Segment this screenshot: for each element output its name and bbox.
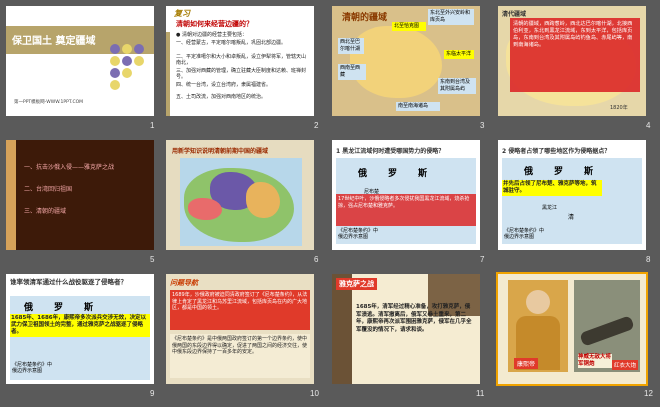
slide-title: 清朝的疆域 <box>342 13 388 23</box>
bullet-line: 四、统一台湾，设立台湾府，隶属福建省。 <box>176 82 272 88</box>
map-caption: 《尼布楚条约》中俄边界示意图 <box>12 362 53 374</box>
slide-title: 2 侵略者占领了哪些地区作为侵略据点？ <box>502 148 611 155</box>
slide-title: 用新学知识说明清朝前期中国的疆域 <box>172 148 269 155</box>
cannon-label: 红衣大炮 <box>612 360 639 370</box>
map-word: 罗 <box>54 303 64 313</box>
slide-number: 7 <box>480 255 485 264</box>
map-label: 东临太平洋 <box>444 50 474 59</box>
slide-thumb-5[interactable]: 一、抗击沙俄入侵——雅克萨之战 二、台湾回归祖国 三、清朝的疆域 <box>6 140 154 250</box>
map-word: 俄 <box>358 169 368 179</box>
territory-map <box>350 26 442 98</box>
map-caption: 《尼布楚条约》中俄边界示意图 <box>338 228 379 240</box>
map-word: 斯 <box>418 169 428 179</box>
slide-thumb-9[interactable]: 谁率领清军通过什么战役驱逐了侵略者？ 俄 罗 斯 1685年、1686年，康熙帝… <box>6 274 154 384</box>
map-label: 东北至外兴安岭和库页岛 <box>428 9 474 25</box>
region-map <box>180 158 302 246</box>
slide-number: 12 <box>644 389 653 398</box>
red-text-box: 17世纪中叶，沙俄侵略者多次侵扰我国黑龙江流域，烧杀抢掠，强占尼布楚和雅克萨。 <box>336 194 476 226</box>
map-word: 罗 <box>388 169 398 179</box>
map-label: 西北至巴尔喀什湖 <box>338 38 364 54</box>
description-text: 《尼布楚条约》是中俄两国政府签订的第一个边界条约，使中俄两国的东段边界得以确定，… <box>172 336 308 355</box>
map-word: 俄 <box>24 303 34 313</box>
bullet-line: ● 清朝对边疆的经营主要包括： <box>176 32 247 38</box>
description-text: 并先后占领了尼布楚、雅克萨等地，筑城驻守。 <box>503 181 597 194</box>
slide-thumb-3[interactable]: 清朝的疆域 东北至外兴安岭和库页岛 北至恰克图 西北至巴尔喀什湖 西南至西藏 东… <box>332 6 480 116</box>
description-box: 清朝的疆域，西跨葱岭，西北达巴尔喀什湖，北接西伯利亚，东北到黑龙江流域，东到太平… <box>510 18 640 92</box>
highlight-text: 1685年、1686年，康熙帝多次派兵交涉无效，决定以武力保卫祖国领土的完整，通… <box>10 314 150 337</box>
agenda-item: 一、抗击沙俄入侵——雅克萨之战 <box>24 164 115 171</box>
map-word: 俄 <box>524 167 534 177</box>
slide-title: 保卫国土 奠定疆域 <box>12 36 96 47</box>
portrait-label: 康熙帝 <box>514 358 539 369</box>
slide-number: 1 <box>150 121 155 130</box>
bullet-line: 三、加强对西藏的管理，确立驻藏大臣制度和达赖、班禅封号。 <box>176 68 307 80</box>
section-tag: 复习 <box>174 9 190 18</box>
cannon-label: 神威无敌大将军铜炮 <box>578 354 612 368</box>
map-word: 罗 <box>554 167 564 177</box>
slide-thumb-4[interactable]: 清代疆域 清朝的疆域，西跨葱岭，西北达巴尔喀什湖，北接西伯利亚，东北到黑龙江流域… <box>498 6 646 116</box>
slide-number: 2 <box>314 121 319 130</box>
left-stripe <box>166 32 170 116</box>
description-text: 17世纪中叶，沙俄侵略者多次侵扰我国黑龙江流域，烧杀抢掠，强占尼布楚和雅克萨。 <box>338 196 470 209</box>
text-box: 《尼布楚条约》是中俄两国政府签订的第一个边界条约，使中俄两国的东段边界得以确定，… <box>170 334 310 378</box>
border-map: 俄 罗 斯 1685年、1686年，康熙帝多次派兵交涉无效，决定以武力保卫祖国领… <box>10 296 150 380</box>
slide-thumb-12[interactable]: 康熙帝 神威无敌大将军铜炮 红衣大炮 <box>496 272 648 386</box>
bullet-line: 一、经营蒙古，平定喀尔喀叛乱，巩固北部边疆。 <box>176 40 287 46</box>
bullet-line: 五、土司改流，加强对西南地区的统治。 <box>176 94 267 100</box>
slide-title: 清朝如何来经营边疆的？ <box>176 20 253 28</box>
slide-number: 8 <box>646 255 651 264</box>
agenda-item: 三、清朝的疆域 <box>24 208 67 215</box>
place-label: 清 <box>568 214 575 221</box>
slide-number: 6 <box>314 255 319 264</box>
map-label: 北至恰克图 <box>392 22 426 31</box>
slide-thumb-10[interactable]: 问题导航 1689年，沙俄政府被迫同清政府签订了《尼布楚条约》，从法律上肯定了黑… <box>166 274 314 384</box>
map-label: 西南至西藏 <box>338 64 366 80</box>
highlight-text: 并先后占领了尼布楚、雅克萨等地，筑城驻守。 <box>502 180 602 196</box>
slide-number: 5 <box>150 255 155 264</box>
slide-title: 1 黑龙江流域何时遭受哪国势力的侵略？ <box>336 148 445 155</box>
slide-thumb-11[interactable]: 雅克萨之战 1685年，清军经过精心准备，攻打雅克萨，俄军溃逃。清军撤离后，俄军… <box>332 274 480 384</box>
slide-number: 4 <box>646 121 651 130</box>
description-text: 清朝的疆域，西跨葱岭，西北达巴尔喀什湖，北接西伯利亚，东北到黑龙江流域，东到太平… <box>513 21 633 48</box>
map-caption: 《尼布楚条约》中俄边界示意图 <box>504 228 545 240</box>
slide-number: 10 <box>310 389 319 398</box>
slide-number: 9 <box>150 389 155 398</box>
map-caption: 1820年 <box>610 105 628 111</box>
section-tag: 雅克萨之战 <box>336 278 377 290</box>
map-label: 南至南海诸岛 <box>396 102 440 111</box>
slide-title: 清代疆域 <box>502 11 527 18</box>
red-text-box: 1689年，沙俄政府被迫同清政府签订了《尼布楚条约》，从法律上肯定了黑龙江和乌苏… <box>170 290 310 330</box>
slide-thumb-7[interactable]: 1 黑龙江流域何时遭受哪国势力的侵略？ 俄 罗 斯 尼布楚 17世纪中叶，沙俄侵… <box>332 140 480 250</box>
slide-number: 3 <box>480 121 485 130</box>
border-map: 俄 罗 斯 尼布楚 17世纪中叶，沙俄侵略者多次侵扰我国黑龙江流域，烧杀抢掠，强… <box>336 158 476 244</box>
slide-thumb-8[interactable]: 2 侵略者占领了哪些地区作为侵略据点？ 俄 罗 斯 并先后占领了尼布楚、雅克萨等… <box>498 140 646 250</box>
slide-title: 谁率领清军通过什么战役驱逐了侵略者？ <box>10 278 127 286</box>
map-label: 东南到台湾及其附属岛屿 <box>438 78 476 94</box>
slide-thumb-1[interactable]: 保卫国土 奠定疆域 第一PPT模板网-WWW.1PPT.COM <box>6 6 154 116</box>
place-label: 黑龙江 <box>542 205 558 211</box>
section-tag: 问题导航 <box>170 279 198 287</box>
map-word: 斯 <box>84 303 94 313</box>
description-text: 1689年，沙俄政府被迫同清政府签订了《尼布楚条约》，从法律上肯定了黑龙江和乌苏… <box>172 292 308 311</box>
description-text: 1685年、1686年，康熙帝多次派兵交涉无效，决定以武力保卫祖国领土的完整，通… <box>11 315 147 335</box>
border-map: 俄 罗 斯 并先后占领了尼布楚、雅克萨等地，筑城驻守。 黑龙江 清 《尼布楚条约… <box>502 158 642 244</box>
map-word: 斯 <box>584 167 594 177</box>
slide-thumb-6[interactable]: 用新学知识说明清朝前期中国的疆域 <box>166 140 314 250</box>
bullet-line: 二、平定准噶尔和大小和卓叛乱，设立伊犁将军，管辖天山南北， <box>176 54 307 66</box>
slide-thumb-2[interactable]: 复习 清朝如何来经营边疆的？ ● 清朝对边疆的经营主要包括： 一、经营蒙古，平定… <box>166 6 314 116</box>
footer-text: 第一PPT模板网-WWW.1PPT.COM <box>14 100 84 105</box>
slide-number: 11 <box>476 389 485 398</box>
description-text: 1685年，清军经过精心准备，攻打雅克萨，俄军溃逃。清军撤离后，俄军又卷土重来，… <box>356 304 472 333</box>
painting-image <box>332 274 352 384</box>
left-panel <box>6 140 16 250</box>
agenda-item: 二、台湾回归祖国 <box>24 186 73 193</box>
